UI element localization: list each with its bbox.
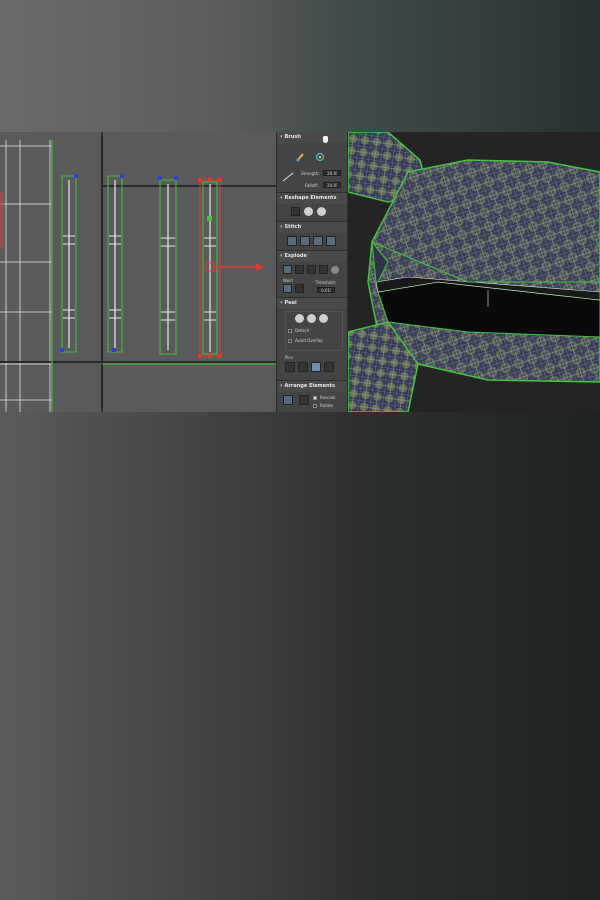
- rollout-brush: ▾ Brush Strength: 20.0 Falloff: 20.0: [277, 132, 347, 193]
- avoid-overlap-label: Avoid Overlap: [295, 338, 323, 343]
- weld-label: Weld: [283, 278, 293, 283]
- rollout-stitch: ▾ Stitch: [277, 222, 347, 251]
- rescale-label: Rescale: [320, 395, 336, 400]
- rollout-arrange-header[interactable]: ▾ Arrange Elements: [277, 381, 347, 392]
- quick-peel-icon[interactable]: [295, 314, 304, 323]
- weld-selected-button[interactable]: [283, 284, 292, 293]
- unpin-button[interactable]: [298, 362, 308, 372]
- weld-all-button[interactable]: [295, 284, 304, 293]
- uv-shell-2: [107, 174, 124, 353]
- stitch-title: Stitch: [284, 224, 302, 230]
- peel-title: Peel: [284, 300, 297, 306]
- falloff-label: Falloff:: [305, 183, 319, 188]
- paint-brush-icon[interactable]: [295, 147, 305, 162]
- stitch-to-source-button[interactable]: [300, 236, 310, 246]
- flatten-by-material-button[interactable]: [307, 265, 316, 274]
- peel-mode-icon[interactable]: [307, 314, 316, 323]
- relax-by-polygon-icon[interactable]: [317, 207, 326, 216]
- 3d-viewport[interactable]: [348, 132, 600, 412]
- brush-stroke-icon: [282, 167, 294, 182]
- rollout-brush-header[interactable]: ▾ Brush: [277, 132, 347, 143]
- reshape-title: Reshape Elements: [284, 195, 337, 201]
- uv-shell-4-selected: [198, 178, 264, 358]
- unwrap-tool-panel: ▾Brush Strength: 20.0 Falloff: 20.0 ▾R: [276, 132, 348, 412]
- strength-label: Strength:: [301, 171, 320, 176]
- rollout-reshape-elements: ▾ Reshape Elements: [277, 193, 347, 222]
- pins-label: Pins: [285, 355, 294, 360]
- strength-spinner[interactable]: 20.0: [323, 170, 341, 176]
- explode-options-icon[interactable]: [331, 266, 339, 274]
- blurred-background-bottom: [0, 412, 600, 900]
- pin-button[interactable]: [285, 362, 295, 372]
- falloff-spinner[interactable]: 20.0: [323, 182, 341, 188]
- blurred-background-top: [0, 0, 600, 132]
- uv-shell-3: [158, 176, 178, 355]
- rescale-checkbox[interactable]: [313, 396, 317, 400]
- stitch-to-target-button[interactable]: [326, 236, 336, 246]
- rollout-peel: ▾ Peel Detach Avoid Overlap Pins: [277, 298, 347, 381]
- rollout-explode-header[interactable]: ▾ Explode: [277, 251, 347, 262]
- reset-peel-icon[interactable]: [319, 314, 328, 323]
- explode-title: Explode: [284, 253, 307, 259]
- select-pins-button[interactable]: [324, 362, 334, 372]
- threshold-label: Threshold:: [315, 280, 337, 285]
- pack-normalize-button[interactable]: [283, 395, 293, 405]
- mouse-cursor-icon: [323, 136, 328, 143]
- selection-arrow-red-icon: [256, 263, 264, 271]
- uv-shell-1: [60, 174, 78, 353]
- pack-together-button[interactable]: [299, 395, 309, 405]
- straighten-button[interactable]: [291, 207, 300, 216]
- flatten-by-smoothing-group-button[interactable]: [295, 265, 304, 274]
- uv-editor-canvas[interactable]: [0, 132, 276, 412]
- brush-title: Brush: [284, 134, 301, 140]
- break-button[interactable]: [319, 265, 328, 274]
- rollout-stitch-header[interactable]: ▾ Stitch: [277, 222, 347, 233]
- strength-value: 20.0: [327, 171, 336, 176]
- stitch-to-average-button[interactable]: [313, 236, 323, 246]
- relax-sphere-icon[interactable]: [304, 207, 313, 216]
- rollout-peel-header[interactable]: ▾ Peel: [277, 298, 347, 309]
- rotate-label: Rotate: [320, 403, 334, 408]
- threshold-spinner[interactable]: 0.01: [317, 287, 335, 293]
- rotate-checkbox[interactable]: [313, 404, 317, 408]
- falloff-value: 20.0: [327, 183, 336, 188]
- screenshot-frame: ▾Brush Strength: 20.0 Falloff: 20.0 ▾R: [0, 132, 600, 412]
- detach-checkbox[interactable]: [288, 329, 292, 333]
- rollout-explode: ▾ Explode Weld Threshold: 0.01: [277, 251, 347, 298]
- flatten-by-polygon-angle-button[interactable]: [283, 265, 292, 274]
- rollout-arrange-elements: ▾ Arrange Elements Rescale Rotate: [277, 381, 347, 412]
- threshold-value: 0.01: [321, 288, 330, 293]
- stitch-custom-button[interactable]: [287, 236, 297, 246]
- auto-pin-button[interactable]: [311, 362, 321, 372]
- brush-relax-icon[interactable]: [315, 147, 325, 162]
- detach-label: Detach: [295, 328, 310, 333]
- arrange-title: Arrange Elements: [284, 383, 336, 389]
- rollout-reshape-header[interactable]: ▾ Reshape Elements: [277, 193, 347, 204]
- avoid-overlap-checkbox[interactable]: [288, 339, 292, 343]
